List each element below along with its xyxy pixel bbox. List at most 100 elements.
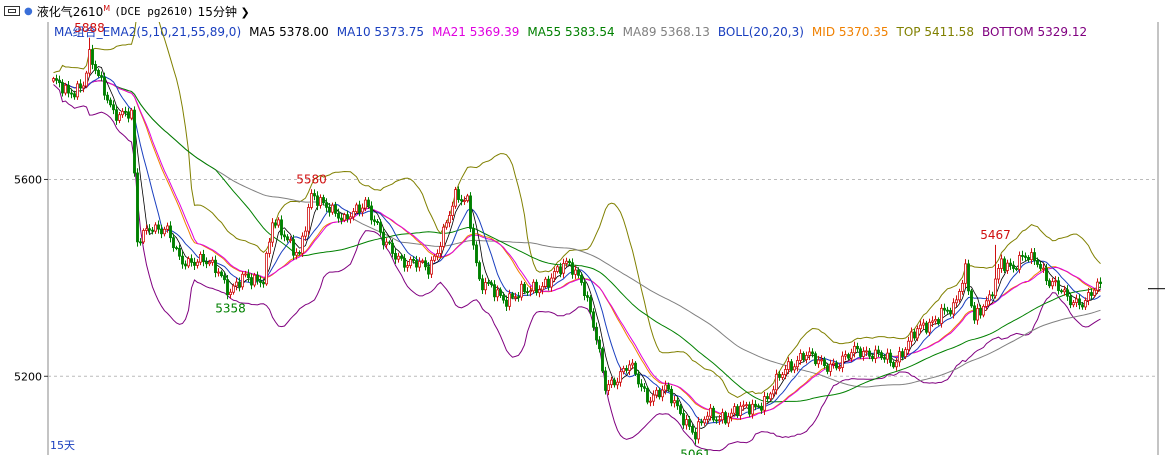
candle-body	[343, 214, 346, 221]
candle-body	[643, 386, 646, 389]
candle-body	[448, 215, 451, 224]
candle-body	[526, 291, 529, 293]
candle-body	[430, 259, 433, 275]
candle-body	[400, 255, 403, 259]
candle-body	[247, 273, 250, 278]
candle-body	[781, 374, 784, 378]
candle-body	[544, 278, 547, 287]
candle-body	[772, 389, 775, 395]
candle-body	[334, 204, 337, 214]
candle-body	[616, 381, 619, 386]
candle-body	[295, 252, 298, 256]
candle-body	[1021, 255, 1024, 257]
candle-body	[157, 224, 160, 230]
candle-body	[868, 350, 871, 357]
candle-body	[664, 384, 667, 391]
candle-body	[796, 360, 799, 368]
candle-body	[880, 352, 883, 359]
candle-body	[328, 207, 331, 213]
candle-body	[691, 425, 694, 433]
candle-body	[1057, 280, 1060, 292]
candle-body	[331, 204, 334, 213]
candle-body	[313, 193, 316, 197]
candle-body	[1093, 289, 1096, 296]
period-label: 15天	[50, 439, 75, 452]
candle-body	[1096, 281, 1099, 291]
candle-body	[418, 261, 421, 268]
candle-body	[967, 263, 970, 292]
candle-body	[697, 421, 700, 440]
candle-body	[178, 247, 181, 257]
candle-body	[76, 83, 79, 98]
candle-body	[652, 394, 655, 402]
candle-body	[91, 49, 94, 65]
candle-body	[187, 258, 190, 267]
candle-body	[919, 324, 922, 330]
candle-body	[793, 366, 796, 371]
candle-body	[475, 244, 478, 264]
candle-body	[742, 404, 745, 407]
candle-body	[550, 277, 553, 288]
extreme-label: 5580	[296, 172, 327, 186]
candle-body	[88, 49, 91, 74]
candle-body	[268, 241, 271, 254]
candle-body	[886, 352, 889, 360]
candle-body	[361, 207, 364, 213]
candle-body	[700, 421, 703, 424]
candle-body	[667, 384, 670, 390]
candle-body	[661, 389, 664, 398]
interval-selector[interactable]: 15分钟 ❯	[198, 3, 250, 20]
candle-body	[568, 260, 571, 264]
candle-body	[769, 393, 772, 400]
candle-body	[727, 416, 730, 424]
candle-body	[445, 222, 448, 228]
ma21-line	[53, 78, 1101, 420]
contract-code: (DCE pg2610)	[114, 4, 194, 18]
candle-body	[145, 228, 148, 231]
candle-body	[874, 349, 877, 359]
candle-body	[130, 109, 133, 119]
candle-body	[298, 252, 301, 254]
candle-body	[1009, 262, 1012, 266]
candle-body	[553, 271, 556, 279]
candle-body	[202, 253, 205, 263]
window-restore-icon[interactable]	[4, 6, 20, 16]
candle-body	[511, 293, 514, 298]
candle-body	[181, 255, 184, 265]
candle-body	[397, 255, 400, 260]
candle-body	[1078, 298, 1081, 306]
candle-body	[805, 355, 808, 360]
candle-body	[118, 114, 121, 121]
candle-body	[892, 362, 895, 368]
candle-body	[184, 263, 187, 267]
candle-body	[121, 110, 124, 116]
extreme-label: 5467	[980, 228, 1011, 242]
candle-body	[208, 261, 211, 265]
candle-body	[256, 274, 259, 282]
candle-body	[820, 359, 823, 362]
candle-body	[1066, 289, 1069, 297]
candle-body	[151, 229, 154, 232]
candle-body	[379, 222, 382, 233]
candle-body	[538, 289, 541, 294]
candle-body	[394, 253, 397, 260]
candle-body	[148, 228, 151, 231]
candle-body	[565, 260, 568, 264]
candle-body	[625, 368, 628, 371]
candle-body	[61, 82, 64, 94]
candlestick-chart[interactable]: 5200 5600 5888 5358 5580 5061 5467	[0, 22, 1165, 455]
candle-body	[1003, 258, 1006, 271]
candle-body	[523, 283, 526, 292]
candle-body	[112, 104, 115, 111]
candle-body	[619, 371, 622, 383]
candle-body	[310, 193, 313, 208]
candle-body	[409, 258, 412, 266]
candle-body	[391, 242, 394, 254]
candle-body	[502, 295, 505, 301]
candle-body	[193, 261, 196, 266]
candle-body	[1027, 257, 1030, 261]
chart-canvas[interactable]: 5200 5600 5888 5358 5580 5061 5467	[0, 22, 1165, 455]
candle-body	[580, 274, 583, 283]
candle-body	[487, 282, 490, 284]
candle-body	[649, 400, 652, 403]
